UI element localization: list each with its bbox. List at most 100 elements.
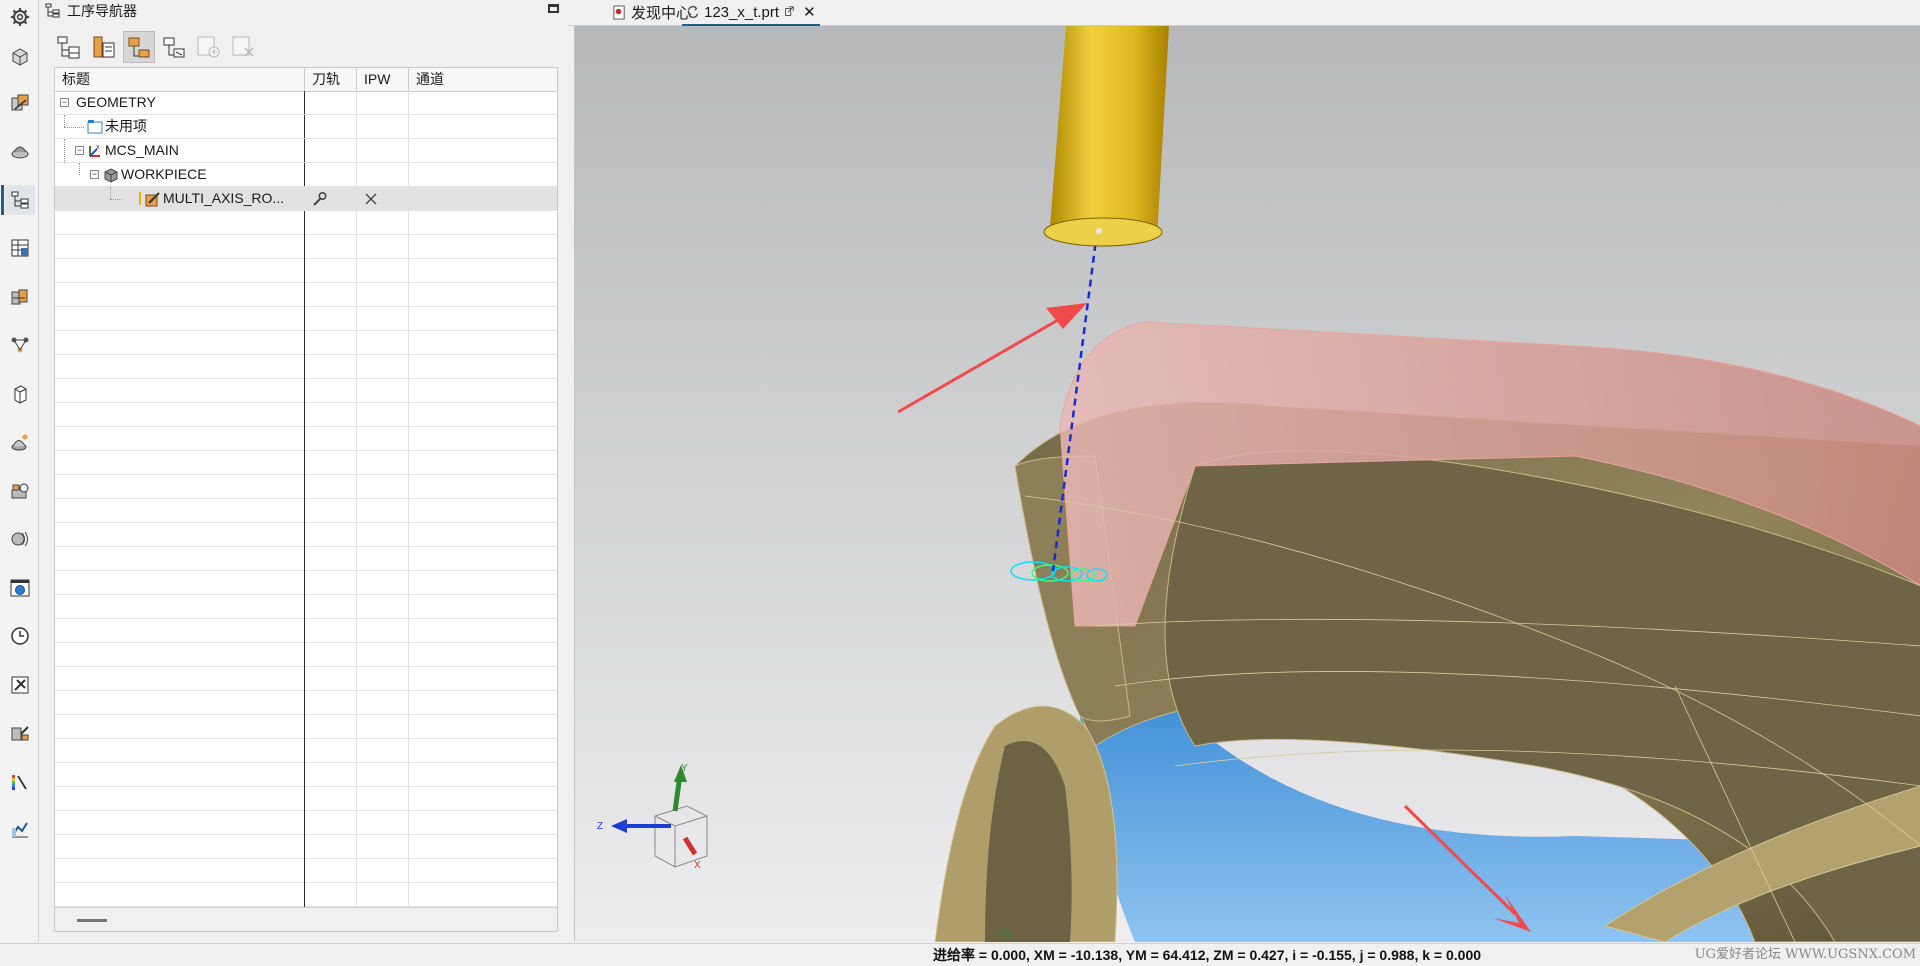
close-x-icon xyxy=(365,193,377,205)
mcs-icon: x xyxy=(89,144,100,157)
table-row-empty xyxy=(55,643,557,667)
axis-label-ym: YM xyxy=(995,930,1012,942)
pop-out-icon[interactable] xyxy=(783,6,795,18)
machine-tool-view-icon xyxy=(93,36,115,58)
constraint-navigator-icon[interactable] xyxy=(5,136,35,166)
graphics-window[interactable]: Y Z X YM xyxy=(574,26,1920,942)
machine-tool-view-button[interactable] xyxy=(88,31,120,63)
table-row-unused[interactable]: 未用项 xyxy=(55,115,557,139)
column-divider xyxy=(408,91,409,907)
table-row-geometry[interactable]: − GEOMETRY xyxy=(55,91,557,115)
history-icon[interactable] xyxy=(5,524,35,554)
active-indicator xyxy=(1,185,4,215)
table-header: 标题 刀轨 IPW 通道 xyxy=(55,68,557,92)
status-warning-icon xyxy=(139,192,141,205)
tab-discovery-center[interactable]: 发现中心 xyxy=(612,0,691,24)
table-row-empty xyxy=(55,451,557,475)
column-divider xyxy=(356,91,357,907)
unused-folder-icon xyxy=(87,120,103,134)
workpiece-icon xyxy=(104,168,118,183)
table-row-empty xyxy=(55,595,557,619)
tab-123-x-t-prt[interactable]: 123_x_t.prt ✕ xyxy=(682,0,820,26)
table-row-empty xyxy=(55,331,557,355)
table-row-empty xyxy=(55,883,557,907)
table-row-empty xyxy=(55,571,557,595)
operation-navigator-icon[interactable] xyxy=(1,185,35,215)
analysis-icon[interactable] xyxy=(5,815,35,845)
column-header-title[interactable]: 标题 xyxy=(55,68,305,91)
table-row-empty xyxy=(55,619,557,643)
clock-icon[interactable] xyxy=(5,621,35,651)
maximize-icon[interactable] xyxy=(548,4,559,13)
table-row-mcs-main[interactable]: − x MCS_MAIN xyxy=(55,139,557,163)
web-browser-icon[interactable] xyxy=(5,573,35,603)
table-row-empty xyxy=(55,835,557,859)
table-row-empty xyxy=(55,403,557,427)
table-row-multi-axis-operation[interactable]: MULTI_AXIS_RO... xyxy=(55,187,557,211)
watermark-text: UG爱好者论坛 WWW.UGSNX.COM xyxy=(1694,947,1916,962)
geometry-view-button[interactable] xyxy=(123,31,155,63)
cutter-tip xyxy=(1043,217,1163,247)
machining-method-view-icon xyxy=(163,37,185,58)
column-divider xyxy=(304,91,305,907)
machine-navigator-icon[interactable] xyxy=(5,233,35,263)
collapse-toggle[interactable]: − xyxy=(60,98,69,107)
tree-connector xyxy=(110,187,111,199)
table-row-empty xyxy=(55,259,557,283)
relations-icon[interactable] xyxy=(5,330,35,360)
color-legend-icon[interactable] xyxy=(5,767,35,797)
part-sync-icon xyxy=(687,6,699,18)
coordinate-readout: 进给率 = 0.000, XM = -10.138, YM = 64.412, … xyxy=(933,947,1482,963)
scrollbar-thumb[interactable] xyxy=(77,919,107,922)
column-header-channel[interactable]: 通道 xyxy=(409,68,557,91)
table-row-workpiece[interactable]: − WORKPIECE xyxy=(55,163,557,187)
tree-connector xyxy=(64,139,65,163)
machining-method-view-button[interactable] xyxy=(158,31,190,63)
table-row-empty xyxy=(55,667,557,691)
delete-operation-button[interactable] xyxy=(228,31,260,63)
column-header-ipw[interactable]: IPW xyxy=(357,68,409,91)
feature-navigator-icon[interactable] xyxy=(5,282,35,312)
table-row-empty xyxy=(55,739,557,763)
delete-operation-icon xyxy=(232,36,254,57)
cam-scene[interactable]: Y Z X YM xyxy=(575,26,1920,942)
operation-tree-table: 标题 刀轨 IPW 通道 − GEOMETRY 未用项 − x MCS_MAIN xyxy=(54,67,558,932)
role-icon[interactable] xyxy=(5,476,35,506)
tree-connector xyxy=(64,115,65,127)
close-tab-icon[interactable]: ✕ xyxy=(803,3,816,21)
cutter-tool xyxy=(1050,26,1169,243)
row-label: GEOMETRY xyxy=(76,94,156,110)
table-row-empty xyxy=(55,475,557,499)
table-row-empty xyxy=(55,859,557,883)
part-navigator-icon[interactable] xyxy=(5,41,35,71)
process-icon[interactable] xyxy=(5,718,35,748)
row-label: MCS_MAIN xyxy=(105,142,179,158)
column-header-toolpath[interactable]: 刀轨 xyxy=(305,68,357,91)
create-operation-button[interactable] xyxy=(193,31,225,63)
collapse-toggle[interactable]: − xyxy=(90,170,99,179)
axis-label-x: X xyxy=(694,860,701,871)
create-operation-icon xyxy=(197,36,220,58)
table-row-empty xyxy=(55,547,557,571)
table-row-empty xyxy=(55,811,557,835)
row-label: 未用项 xyxy=(105,118,147,134)
settings-gear-icon[interactable] xyxy=(5,2,35,32)
geometry-view-icon xyxy=(128,37,150,58)
reuse-library-icon[interactable] xyxy=(5,427,35,457)
assembly-navigator-icon[interactable] xyxy=(5,88,35,118)
collapse-toggle[interactable]: − xyxy=(75,146,84,155)
navigator-toolbar xyxy=(53,31,260,63)
tool-icon[interactable] xyxy=(5,670,35,700)
tree-connector xyxy=(64,127,84,128)
table-row-empty xyxy=(55,499,557,523)
table-row-empty xyxy=(55,787,557,811)
part-icon[interactable] xyxy=(5,379,35,409)
table-row-empty xyxy=(55,523,557,547)
status-bar: 进给率 = 0.000, XM = -10.138, YM = 64.412, … xyxy=(0,943,1920,966)
table-row-empty xyxy=(55,691,557,715)
svg-text:x: x xyxy=(96,144,100,151)
program-order-view-button[interactable] xyxy=(53,31,85,63)
horizontal-scrollbar[interactable] xyxy=(55,907,557,931)
table-row-empty xyxy=(55,283,557,307)
resource-bar xyxy=(0,0,39,942)
